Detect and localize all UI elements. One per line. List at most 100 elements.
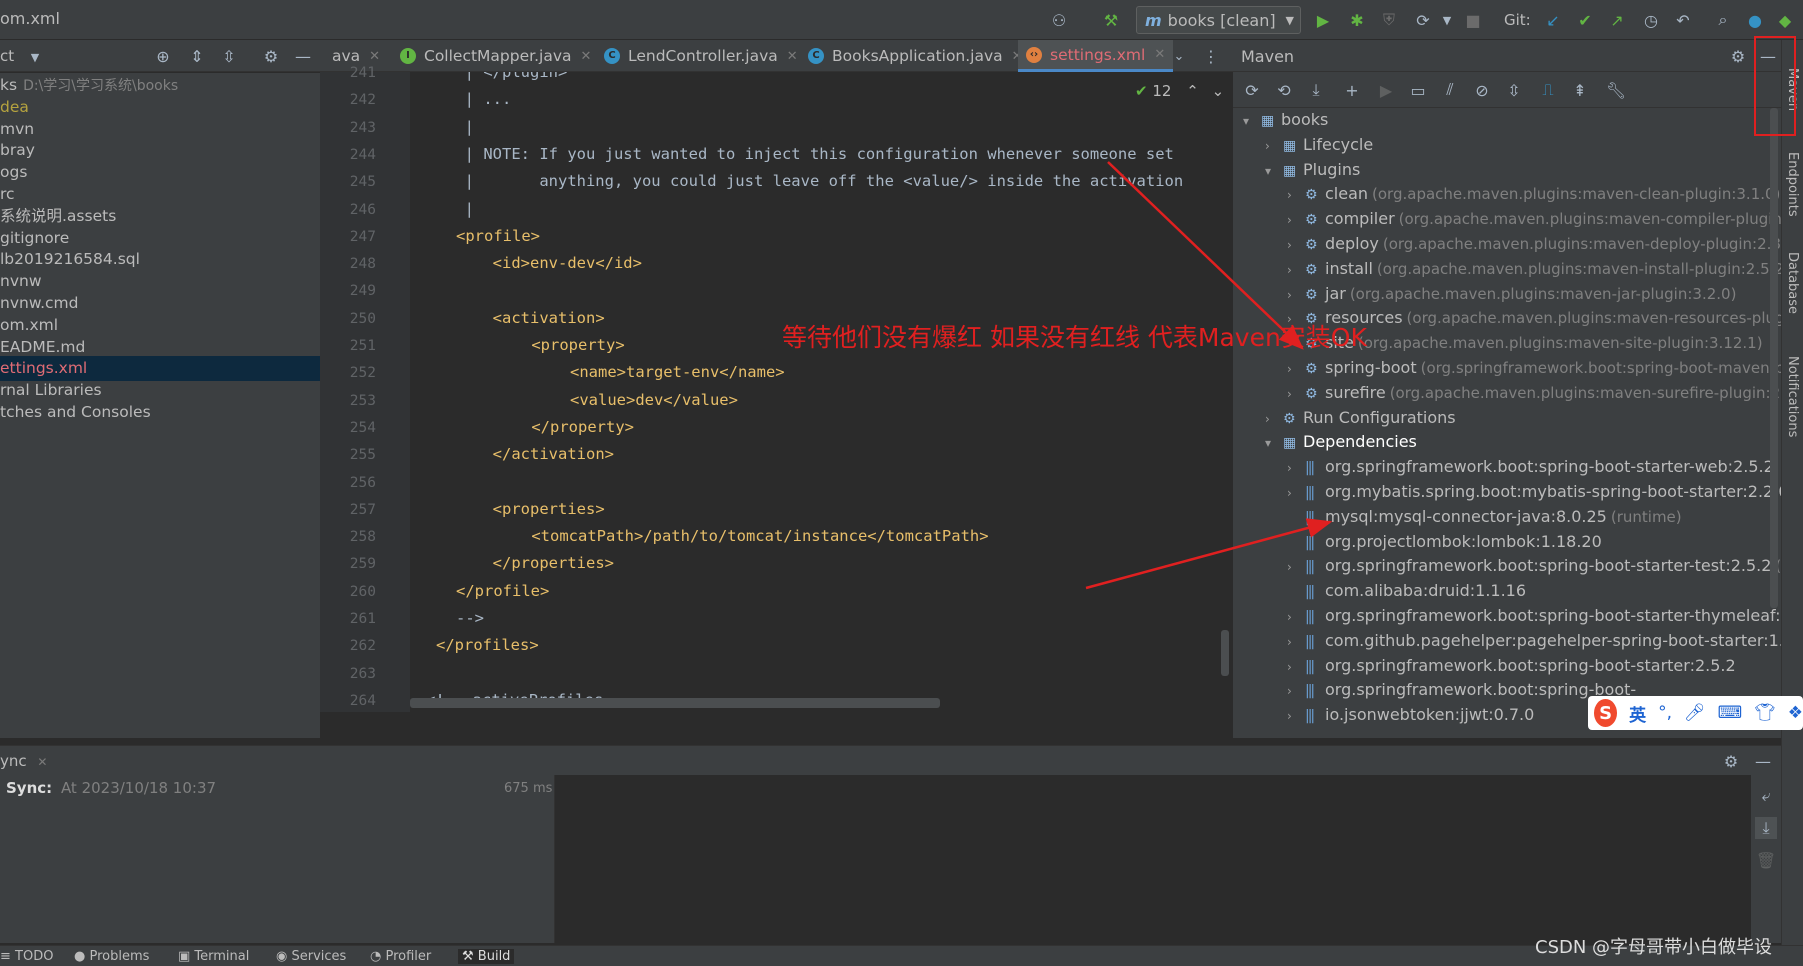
maven-tree-item[interactable]: › ||| org.springframework.boot:spring-boot…: [1287, 454, 1774, 479]
maven-tree-item[interactable]: › ⚙ deploy (org.apache.maven.plugins:maven-…: [1287, 231, 1781, 256]
punctuation-icon[interactable]: °,: [1658, 703, 1672, 723]
toolbox-icon[interactable]: ❖: [1788, 703, 1803, 723]
rollback-icon[interactable]: ↶: [1672, 9, 1694, 31]
inspection-widget[interactable]: ✔ 12 ⌃ ⌄: [1135, 82, 1224, 100]
maven-vertical-scrollbar[interactable]: [1770, 108, 1778, 608]
editor-tab[interactable]: ‹› settings.xml ✕: [1018, 40, 1174, 72]
expand-all-icon[interactable]: ⇕: [186, 45, 208, 67]
git-update-icon[interactable]: ↙: [1542, 9, 1564, 31]
minimize-icon[interactable]: —: [1752, 750, 1774, 772]
maven-tree-item[interactable]: › ⚙ clean (org.apache.maven.plugins:maven-c…: [1287, 181, 1780, 206]
gear-icon[interactable]: ⚙: [260, 45, 282, 67]
scroll-to-end-icon[interactable]: ⤓: [1755, 817, 1777, 839]
collapse-all-icon[interactable]: ⇳: [1503, 79, 1525, 101]
chevron-right-icon[interactable]: ›: [1287, 183, 1305, 208]
chevron-right-icon[interactable]: ›: [1265, 134, 1283, 159]
keyboard-icon[interactable]: ⌨: [1718, 703, 1743, 723]
chevron-right-icon[interactable]: ›: [1287, 208, 1305, 233]
gear-icon[interactable]: ⚙: [1720, 750, 1742, 772]
tool-window-notifications[interactable]: Notifications: [1785, 356, 1800, 437]
chevron-right-icon[interactable]: ›: [1287, 233, 1305, 258]
editor-tab[interactable]: CBooksApplication.java✕: [800, 40, 1031, 72]
project-panel-title[interactable]: ct: [0, 47, 14, 65]
close-icon[interactable]: ✕: [581, 49, 592, 64]
chevron-right-icon[interactable]: ›: [1287, 258, 1305, 283]
chevron-right-icon[interactable]: ›: [1287, 481, 1305, 506]
search-icon[interactable]: ⌕: [1712, 9, 1734, 31]
maven-tree-item[interactable]: › ||| org.springframework.boot:spring-boot…: [1287, 653, 1736, 678]
project-tree-item[interactable]: tches and Consoles: [0, 400, 320, 425]
reload-folder-icon[interactable]: ⟲: [1273, 79, 1295, 101]
maven-tree-item[interactable]: ||| org.projectlombok:lombok:1.18.20: [1287, 529, 1602, 554]
download-icon[interactable]: ⤓: [1305, 79, 1327, 101]
run-icon[interactable]: ▶: [1312, 9, 1334, 31]
editor-tab[interactable]: I CollectMapper.java ✕: [392, 40, 599, 72]
maven-tree-item[interactable]: › ⚙ Run Configurations: [1265, 405, 1456, 430]
tool-services[interactable]: ◉ Services: [276, 949, 346, 964]
maven-tree-item[interactable]: ▾ ▦ books: [1243, 108, 1328, 132]
run-maven-icon[interactable]: ▶: [1375, 79, 1397, 101]
maven-tree-item[interactable]: › ▦ Lifecycle: [1265, 132, 1373, 157]
chevron-right-icon[interactable]: ›: [1287, 382, 1305, 407]
maven-tree-item[interactable]: ||| mysql:mysql-connector-java:8.0.25 (run…: [1287, 504, 1682, 529]
maven-tree-item[interactable]: › ||| org.springframework.boot:spring-boot…: [1287, 677, 1636, 702]
chevron-right-icon[interactable]: ›: [1287, 630, 1305, 655]
more-options-icon[interactable]: ⋮: [1200, 45, 1222, 67]
git-commit-icon[interactable]: ✔: [1574, 9, 1596, 31]
maven-tree-item[interactable]: › ⚙ compiler (org.apache.maven.plugins:mave…: [1287, 206, 1781, 231]
tab-list-chevron-icon[interactable]: ⌄: [1168, 45, 1190, 67]
chevron-right-icon[interactable]: ›: [1287, 555, 1305, 580]
close-icon[interactable]: ✕: [1154, 47, 1165, 62]
gear-icon[interactable]: ⚙: [1727, 45, 1749, 67]
more-run-chevron-icon[interactable]: ▼: [1436, 9, 1458, 31]
build-output[interactable]: [555, 775, 1751, 943]
maven-tree-item[interactable]: › ⚙ surefire (org.apache.maven.plugins:mave…: [1287, 380, 1781, 405]
maven-tree-item[interactable]: › ||| io.jsonwebtoken:jjwt:0.7.0: [1287, 702, 1534, 727]
profile-run-icon[interactable]: ⟳: [1412, 9, 1434, 31]
toggle-offline-icon[interactable]: ⫽: [1439, 79, 1461, 101]
build-hammer-icon[interactable]: ⚒: [1100, 9, 1122, 31]
locate-icon[interactable]: ⊕: [152, 45, 174, 67]
chevron-down-icon[interactable]: ▼: [24, 46, 46, 68]
maven-tree-item[interactable]: › ⚙ jar (org.apache.maven.plugins:maven-jar…: [1287, 281, 1736, 306]
code-editor[interactable]: | </plugin> | ... | | NOTE: If you just …: [410, 72, 1233, 712]
plugin-logo-icon[interactable]: ◆: [1774, 9, 1796, 31]
close-icon[interactable]: ✕: [787, 49, 798, 64]
ime-toolbar[interactable]: S 英 °, 🎤︎ ⌨ 👕︎ ❖: [1588, 696, 1803, 730]
chevron-right-icon[interactable]: ›: [1287, 605, 1305, 630]
tool-todo[interactable]: ≡ TODO: [0, 949, 53, 964]
close-icon[interactable]: ✕: [369, 49, 380, 64]
maven-tree-item[interactable]: › ⚙ install (org.apache.maven.plugins:maven…: [1287, 256, 1781, 281]
ime-logo[interactable]: S: [1594, 699, 1618, 727]
chevron-right-icon[interactable]: ›: [1287, 283, 1305, 308]
chevron-right-icon[interactable]: ›: [1287, 655, 1305, 680]
add-icon[interactable]: +: [1341, 79, 1363, 101]
editor-horizontal-scrollbar[interactable]: [410, 698, 940, 708]
editor-vertical-scrollbar[interactable]: [1221, 630, 1229, 676]
close-icon[interactable]: ✕: [37, 755, 47, 769]
git-push-icon[interactable]: ↗: [1606, 9, 1628, 31]
chevron-down-icon[interactable]: ▾: [1265, 431, 1283, 456]
microphone-icon[interactable]: 🎤︎: [1684, 703, 1706, 723]
show-dependencies-icon[interactable]: ⎍: [1537, 79, 1559, 101]
maven-tree-item[interactable]: ▾ ▦ Dependencies: [1265, 429, 1417, 454]
maven-tree-item[interactable]: › ||| org.springframework.boot:spring-boot…: [1287, 603, 1781, 628]
tab-sync[interactable]: ync ✕: [0, 752, 47, 770]
chevron-down-icon[interactable]: ▾: [1243, 109, 1261, 134]
wrench-icon[interactable]: 🔧︎: [1605, 79, 1627, 101]
stop-icon[interactable]: ■: [1462, 9, 1484, 31]
tool-problems[interactable]: ● Problems: [74, 949, 149, 964]
reload-icon[interactable]: ⟳: [1241, 79, 1263, 101]
tool-terminal[interactable]: ▣ Terminal: [178, 949, 249, 964]
user-icon[interactable]: ⚇: [1048, 9, 1070, 31]
chevron-right-icon[interactable]: ›: [1265, 407, 1283, 432]
soft-wrap-icon[interactable]: ⤶: [1755, 785, 1777, 807]
chevron-down-icon[interactable]: ▾: [1265, 159, 1283, 184]
tool-window-database[interactable]: Database: [1785, 252, 1800, 314]
maven-tree-item[interactable]: ||| com.alibaba:druid:1.1.16: [1287, 578, 1526, 603]
previous-highlight-icon[interactable]: ⌃: [1186, 82, 1199, 100]
ime-mode[interactable]: 英: [1629, 701, 1646, 726]
tool-profiler[interactable]: ◔ Profiler: [370, 949, 431, 964]
chevron-right-icon[interactable]: ›: [1287, 679, 1305, 704]
ide-update-icon[interactable]: ●: [1744, 9, 1766, 31]
